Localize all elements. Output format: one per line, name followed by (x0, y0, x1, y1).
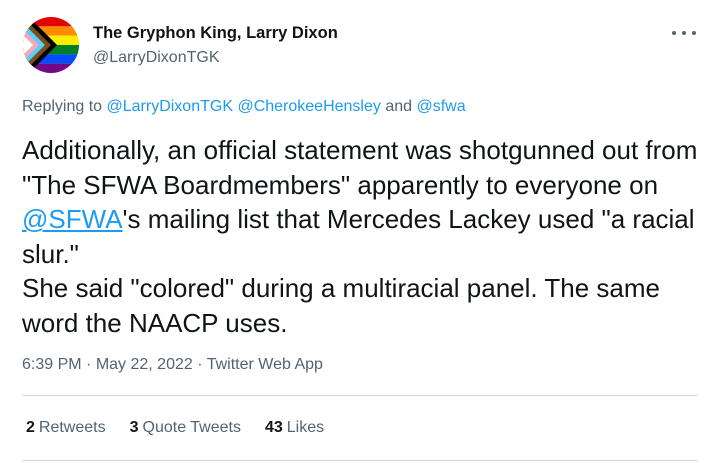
reply-mention[interactable]: @LarryDixonTGK (107, 98, 234, 115)
separator: · (192, 356, 207, 373)
tweet-text-part: She said "colored" during a multiracial … (22, 273, 660, 338)
reply-mention[interactable]: @sfwa (416, 98, 465, 115)
progress-pride-flag-icon (23, 17, 79, 73)
divider (22, 395, 698, 396)
dot (682, 31, 686, 35)
author-handle[interactable]: @LarryDixonTGK (93, 49, 220, 67)
author-name[interactable]: The Gryphon King, Larry Dixon (93, 24, 338, 43)
more-options-icon[interactable] (672, 24, 696, 42)
separator: and (380, 98, 417, 115)
tweet-time[interactable]: 6:39 PM (22, 356, 82, 373)
likes-stat[interactable]: 43 Likes (265, 419, 324, 437)
tweet-text-part: 's mailing list that Mercedes Lackey use… (22, 204, 695, 269)
avatar[interactable] (23, 17, 79, 73)
replying-to: Replying to @LarryDixonTGK @CherokeeHens… (22, 98, 466, 116)
retweets-label: Retweets (38, 419, 106, 436)
likes-label: Likes (286, 419, 325, 436)
quote-tweets-count: 3 (129, 419, 139, 436)
retweets-stat[interactable]: 2 Retweets (26, 419, 106, 437)
tweet-meta: 6:39 PM · May 22, 2022 · Twitter Web App (22, 356, 323, 374)
quote-tweets-stat[interactable]: 3 Quote Tweets (130, 419, 241, 437)
tweet-mention[interactable]: @SFWA (22, 204, 123, 234)
dot (672, 31, 676, 35)
tweet-stats: 2 Retweets 3 Quote Tweets 43 Likes (26, 419, 324, 437)
replying-to-label: Replying to (22, 98, 107, 115)
tweet-source[interactable]: Twitter Web App (207, 356, 323, 373)
tweet-text: Additionally, an official statement was … (22, 133, 712, 340)
separator: · (81, 356, 96, 373)
likes-count: 43 (264, 419, 283, 436)
quote-tweets-label: Quote Tweets (142, 419, 241, 436)
divider (22, 460, 698, 461)
retweets-count: 2 (26, 419, 35, 436)
tweet-date[interactable]: May 22, 2022 (96, 356, 193, 373)
tweet-card: The Gryphon King, Larry Dixon @LarryDixo… (0, 0, 720, 468)
tweet-text-part: Additionally, an official statement was … (22, 135, 698, 200)
dot (692, 31, 696, 35)
reply-mention[interactable]: @CherokeeHensley (237, 98, 380, 115)
